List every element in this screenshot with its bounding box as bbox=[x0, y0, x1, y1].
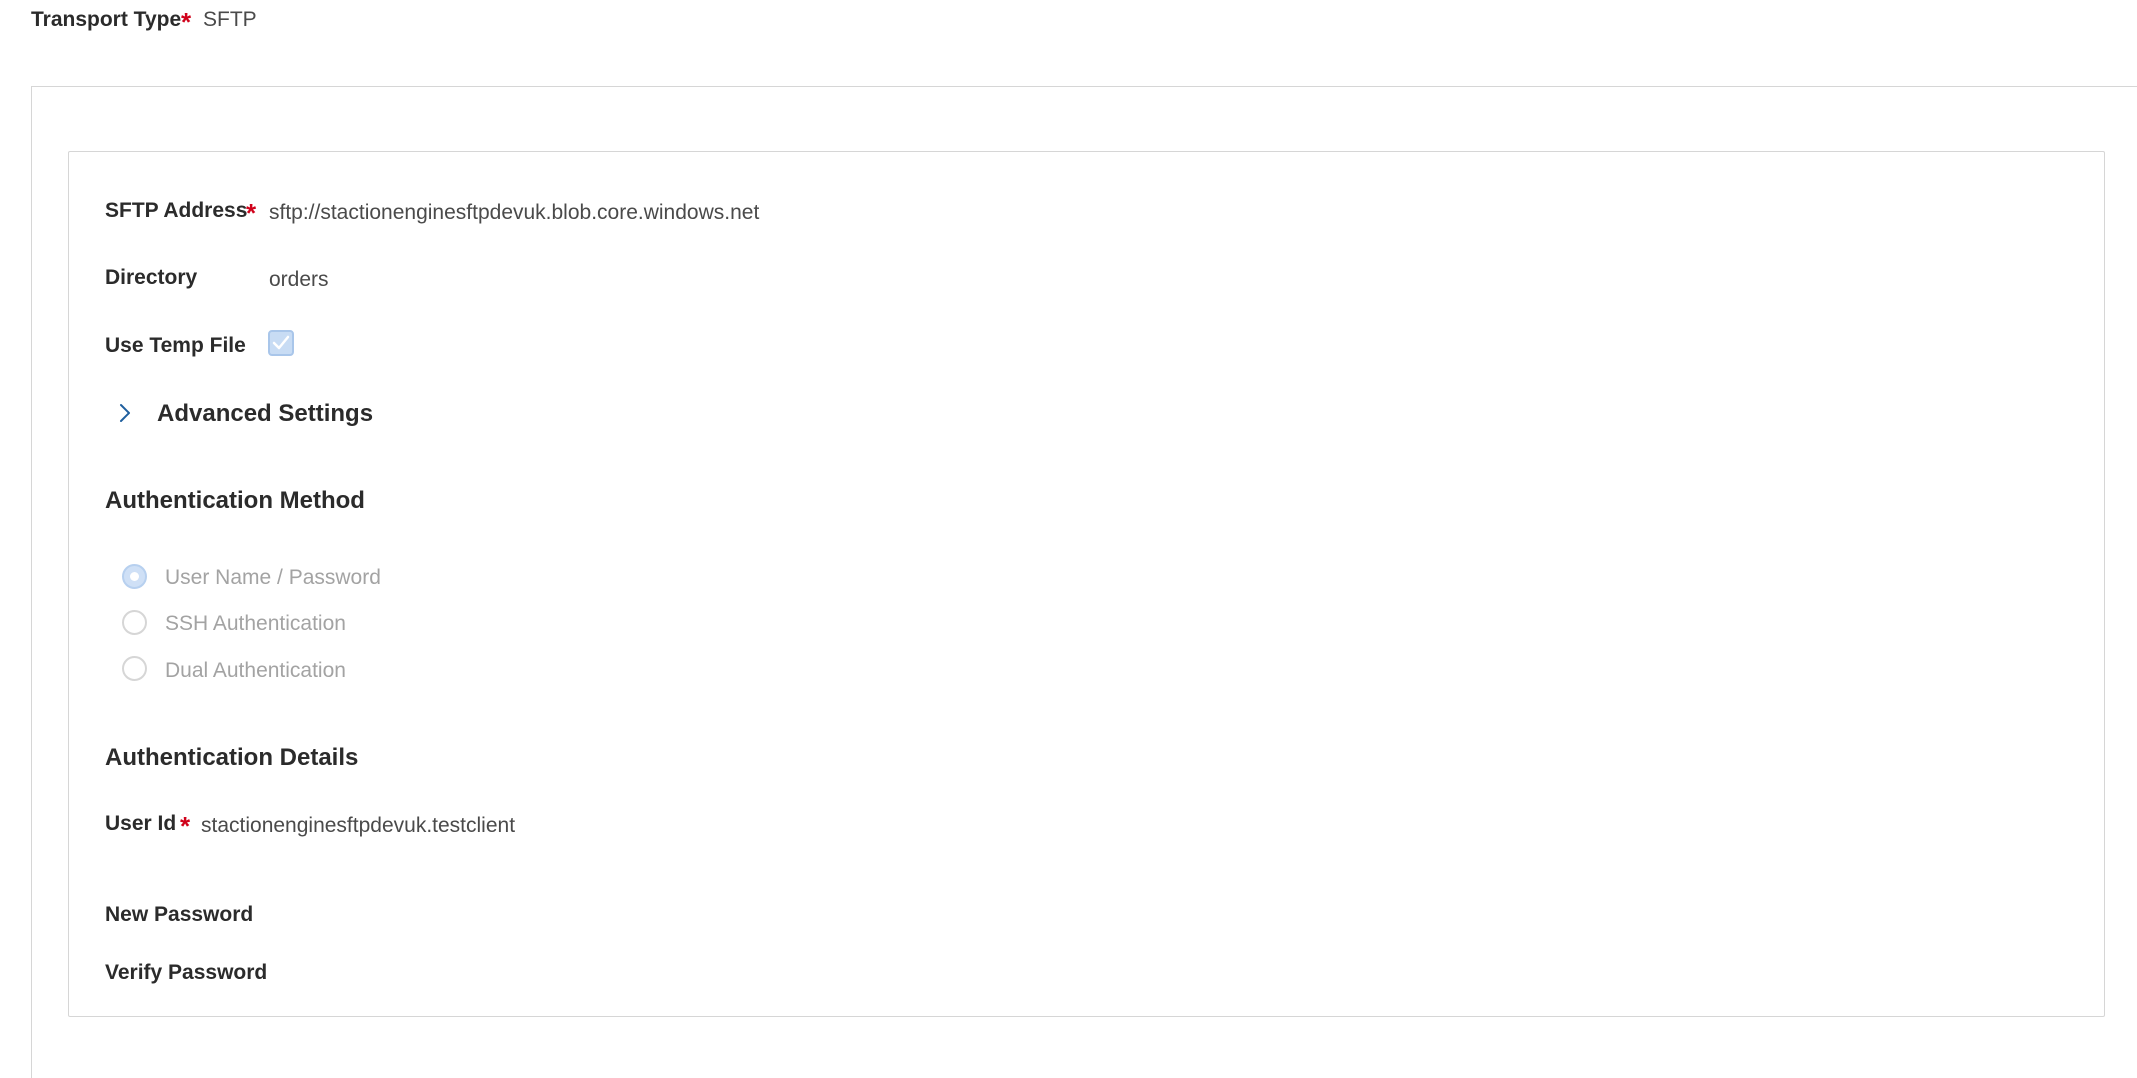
user-id-label: User Id bbox=[105, 812, 177, 835]
user-id-value: stactionenginesftpdevuk.testclient bbox=[201, 814, 516, 837]
transport-type-value: SFTP bbox=[203, 8, 257, 31]
auth-method-title: Authentication Method bbox=[105, 487, 365, 514]
transport-type-label: Transport Type bbox=[31, 8, 182, 31]
radio-ssh-authentication[interactable] bbox=[122, 610, 147, 635]
sftp-address-label: SFTP Address bbox=[105, 199, 248, 222]
chevron-right-icon[interactable] bbox=[115, 401, 135, 425]
directory-value: orders bbox=[269, 268, 329, 291]
auth-details-title: Authentication Details bbox=[105, 744, 359, 771]
checkmark-icon bbox=[272, 335, 290, 350]
new-password-label: New Password bbox=[105, 903, 254, 926]
sftp-settings-page: Transport Type * SFTP SFTP Address * sft… bbox=[0, 0, 2137, 1078]
required-indicator: * bbox=[180, 811, 191, 841]
required-indicator: * bbox=[246, 198, 257, 228]
radio-label: Dual Authentication bbox=[165, 659, 346, 682]
verify-password-label: Verify Password bbox=[105, 961, 268, 984]
radio-dual-authentication[interactable] bbox=[122, 656, 147, 681]
radio-label: SSH Authentication bbox=[165, 612, 346, 635]
use-temp-file-checkbox[interactable] bbox=[268, 330, 294, 356]
advanced-settings-toggle[interactable]: Advanced Settings bbox=[157, 400, 373, 428]
required-indicator: * bbox=[181, 7, 192, 37]
radio-label: User Name / Password bbox=[165, 566, 381, 589]
radio-username-password[interactable] bbox=[122, 564, 147, 589]
use-temp-file-label: Use Temp File bbox=[105, 334, 246, 357]
directory-label: Directory bbox=[105, 266, 198, 289]
sftp-address-value: sftp://stactionenginesftpdevuk.blob.core… bbox=[269, 201, 760, 224]
